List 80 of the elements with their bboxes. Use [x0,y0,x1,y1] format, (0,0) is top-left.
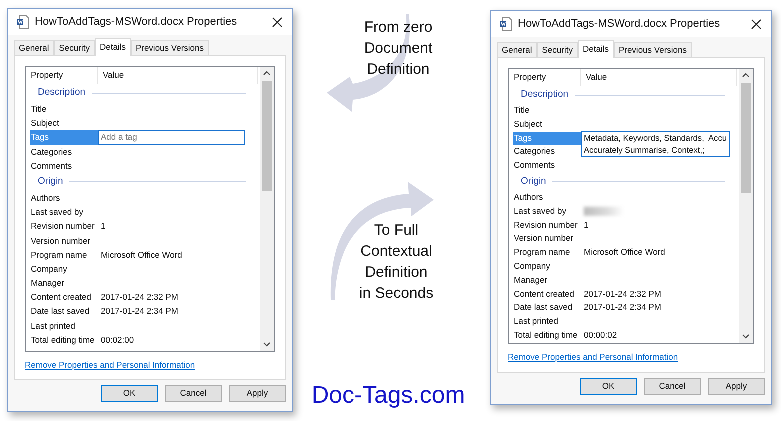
property-name[interactable]: Manager [30,276,98,290]
property-value: Microsoft Office Word [100,250,182,260]
property-name[interactable]: Last printed [30,318,98,333]
caption: To Full Contextual Definition in Seconds [359,221,434,304]
section-heading: Description [38,86,86,100]
dialog-button[interactable]: Apply [708,378,765,395]
property-value: 2017-01-24 2:34 PM [100,306,178,316]
property-name[interactable]: Comments [30,158,98,173]
property-name[interactable]: Authors [30,190,98,206]
close-icon[interactable] [272,16,283,28]
scrollbar-thumb[interactable] [262,81,272,191]
property-name[interactable]: Content created [30,290,98,304]
document-icon [500,17,512,31]
property-value: 2017-01-24 2:32 PM [583,288,662,299]
column-header[interactable]: Property [26,67,98,84]
property-name[interactable]: Content created [513,288,581,302]
property-name[interactable]: Last printed [513,315,581,329]
property-name[interactable]: Title [513,104,581,118]
tags-field[interactable]: Metadata, Keywords, Standards, Accu Accurately Summarise, Context,; [581,130,730,157]
property-name[interactable]: Manager [513,274,581,288]
section-heading: Origin [521,174,546,189]
property-name[interactable]: Categories [513,145,581,160]
scrollbar-thumb[interactable] [741,83,751,193]
property-name[interactable]: Title [30,102,98,116]
blurred-value [584,207,624,216]
tab[interactable]: Details [578,40,614,58]
property-value: Microsoft Office Word [583,247,666,258]
section-heading: Description [521,88,569,102]
column-header[interactable]: Value [98,67,258,84]
window-title: HowToAddTags-MSWord.docx Properties [35,14,238,30]
tab[interactable]: Security [537,42,578,57]
tab[interactable]: Security [54,40,95,55]
tab[interactable]: Previous Versions [130,40,209,55]
window-title: HowToAddTags-MSWord.docx Properties [518,16,720,32]
remove-properties-link[interactable]: Remove Properties and Personal Information [508,351,678,364]
property-name[interactable]: Total editing time [30,332,98,347]
property-name[interactable]: Version number [30,234,98,248]
property-name[interactable]: Date last saved [30,304,98,319]
property-name[interactable]: Comments [513,159,581,173]
property-name[interactable]: Authors [513,190,581,205]
caption: From zero Document Definition [364,18,433,80]
dialog-button[interactable]: Cancel [644,378,701,395]
section-heading: Origin [38,174,64,189]
property-name[interactable]: Company [30,262,98,276]
property-name[interactable]: Version number [513,232,581,246]
property-name[interactable]: Program name [513,246,581,260]
remove-properties-link[interactable]: Remove Properties and Personal Information [25,359,196,372]
dialog-button[interactable]: Cancel [165,385,222,402]
property-name[interactable]: Subject [513,118,581,132]
property-value: 1 [100,221,106,232]
property-value: 00:02:00 [100,334,134,345]
property-name[interactable]: Total editing time [513,328,581,343]
dialog-button[interactable]: OK [101,385,158,402]
dialog-button[interactable]: Apply [229,385,286,402]
scrollbar[interactable] [739,69,753,343]
tab[interactable]: Previous Versions [614,42,692,57]
column-header[interactable]: Property [509,69,581,86]
property-value: 00:00:02 [583,330,618,340]
tab[interactable]: General [497,42,538,57]
scrollbar[interactable] [260,67,274,351]
tab[interactable]: Details [94,38,131,56]
property-name[interactable]: Subject [30,116,98,130]
property-name[interactable]: Categories [30,144,98,159]
property-value: 2017-01-24 2:34 PM [583,302,662,312]
property-name[interactable]: Program name [30,248,98,262]
property-value: 1 [583,220,589,230]
close-icon[interactable] [751,18,762,30]
property-name[interactable]: Company [513,260,581,274]
property-name[interactable]: Revision number [30,219,98,234]
column-header[interactable]: Value [581,69,737,86]
tags-field[interactable]: Add a tag [98,130,245,145]
property-value: 2017-01-24 2:32 PM [100,292,178,302]
document-icon [17,15,29,29]
property-name[interactable]: Date last saved [513,301,581,316]
property-name[interactable]: Last saved by [30,205,98,220]
property-name[interactable]: Last saved by [513,204,581,219]
site-name: Doc-Tags.com [312,382,466,410]
property-name[interactable]: Revision number [513,218,581,232]
dialog-button[interactable]: OK [580,378,637,395]
tab[interactable]: General [14,40,54,55]
